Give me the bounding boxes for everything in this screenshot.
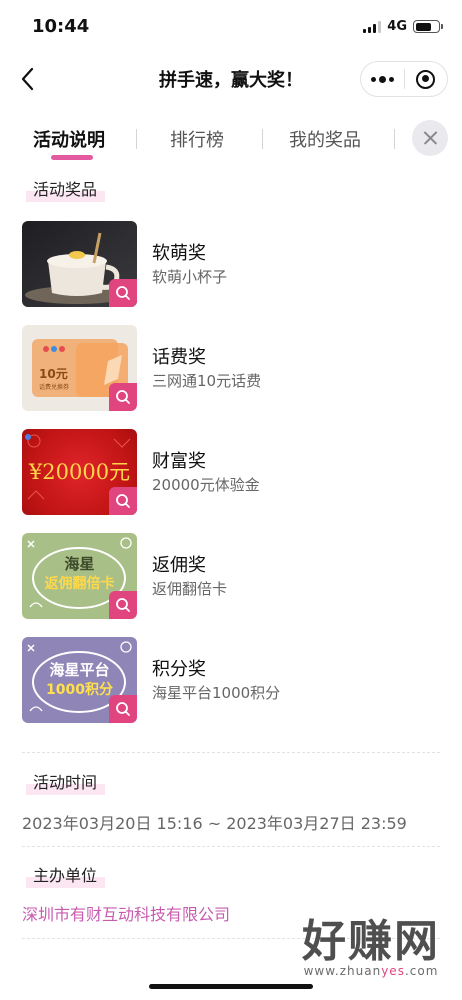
prize-name: 软萌奖: [152, 243, 206, 264]
section-title-time: 活动时间: [26, 767, 106, 795]
home-indicator[interactable]: [149, 984, 313, 989]
prize-name: 积分奖: [152, 659, 206, 680]
organizer-link[interactable]: 深圳市有财互动科技有限公司: [22, 901, 230, 925]
prize-item: 海星 返佣翻倍卡 返佣奖 返佣翻倍卡: [22, 533, 442, 621]
tab-divider: [394, 129, 395, 149]
zoom-icon[interactable]: [109, 279, 137, 307]
status-indicators: 4G: [363, 19, 443, 34]
activity-time: 2023年03月20日 15:16 ~ 2023年03月27日 23:59: [22, 814, 407, 833]
prize-desc: 海星平台1000积分: [152, 684, 281, 702]
prize-image-points-card[interactable]: 海星平台 1000积分: [22, 637, 137, 723]
card-subtitle: 返佣翻倍卡: [44, 576, 115, 592]
tab-activity-info[interactable]: 活动说明: [33, 126, 105, 152]
card-title: 海星平台: [49, 661, 110, 679]
card-title: 海星: [64, 555, 95, 573]
prize-desc: 20000元体验金: [152, 476, 260, 494]
watermark-url: www.zhuanyes.com: [303, 964, 439, 978]
tab-divider: [136, 129, 137, 149]
tab-bar: 活动说明 排行榜 我的奖品: [0, 112, 462, 166]
network-type: 4G: [387, 19, 407, 34]
section-title-organizer: 主办单位: [26, 860, 106, 888]
status-bar: 10:44 4G: [0, 0, 462, 56]
tab-leaderboard[interactable]: 排行榜: [170, 126, 224, 152]
active-tab-indicator: [51, 155, 93, 160]
more-dots-icon: [370, 75, 394, 83]
zoom-icon[interactable]: [109, 487, 137, 515]
target-icon: [416, 69, 436, 89]
battery-icon: [413, 20, 443, 33]
prize-name: 财富奖: [152, 451, 206, 472]
more-button[interactable]: [361, 62, 404, 96]
prize-desc: 返佣翻倍卡: [152, 580, 228, 598]
prize-desc: 三网通10元话费: [152, 372, 262, 390]
section-title-prizes: 活动奖品: [26, 174, 106, 202]
money-value: ¥20000元: [28, 460, 131, 484]
prize-item: 软萌奖 软萌小杯子: [22, 221, 442, 309]
signal-icon: [363, 20, 382, 33]
divider: [22, 752, 440, 753]
watermark-logo: 好赚网: [302, 916, 440, 967]
prize-image-phone-credit[interactable]: 10元 话费兑换券: [22, 325, 137, 411]
watermark: 好赚网 www.zhuanyes.com: [302, 916, 440, 979]
prize-image-money[interactable]: ¥20000元: [22, 429, 137, 515]
mini-program-capsule: [360, 61, 448, 97]
divider: [22, 846, 440, 847]
tab-divider: [262, 129, 263, 149]
exit-button[interactable]: [405, 62, 448, 96]
prize-name: 话费奖: [152, 347, 206, 368]
prize-desc: 软萌小杯子: [152, 268, 228, 286]
prize-image-rebate-card[interactable]: 海星 返佣翻倍卡: [22, 533, 137, 619]
prize-item: 海星平台 1000积分 积分奖 海星平台1000积分: [22, 637, 442, 725]
status-time: 10:44: [32, 16, 90, 37]
credit-caption: 话费兑换券: [39, 384, 70, 391]
zoom-icon[interactable]: [109, 695, 137, 723]
zoom-icon[interactable]: [109, 591, 137, 619]
credit-value: 10元: [39, 367, 68, 381]
prize-item: 10元 话费兑换券 话费奖 三网通10元话费: [22, 325, 442, 413]
prize-image-cup[interactable]: [22, 221, 137, 307]
nav-bar: 拼手速，赢大奖！: [0, 56, 462, 102]
prize-name: 返佣奖: [152, 555, 206, 576]
zoom-icon[interactable]: [109, 383, 137, 411]
prize-item: ¥20000元 财富奖 20000元体验金: [22, 429, 442, 517]
close-button[interactable]: [412, 120, 448, 156]
tab-my-prizes[interactable]: 我的奖品: [289, 126, 361, 152]
